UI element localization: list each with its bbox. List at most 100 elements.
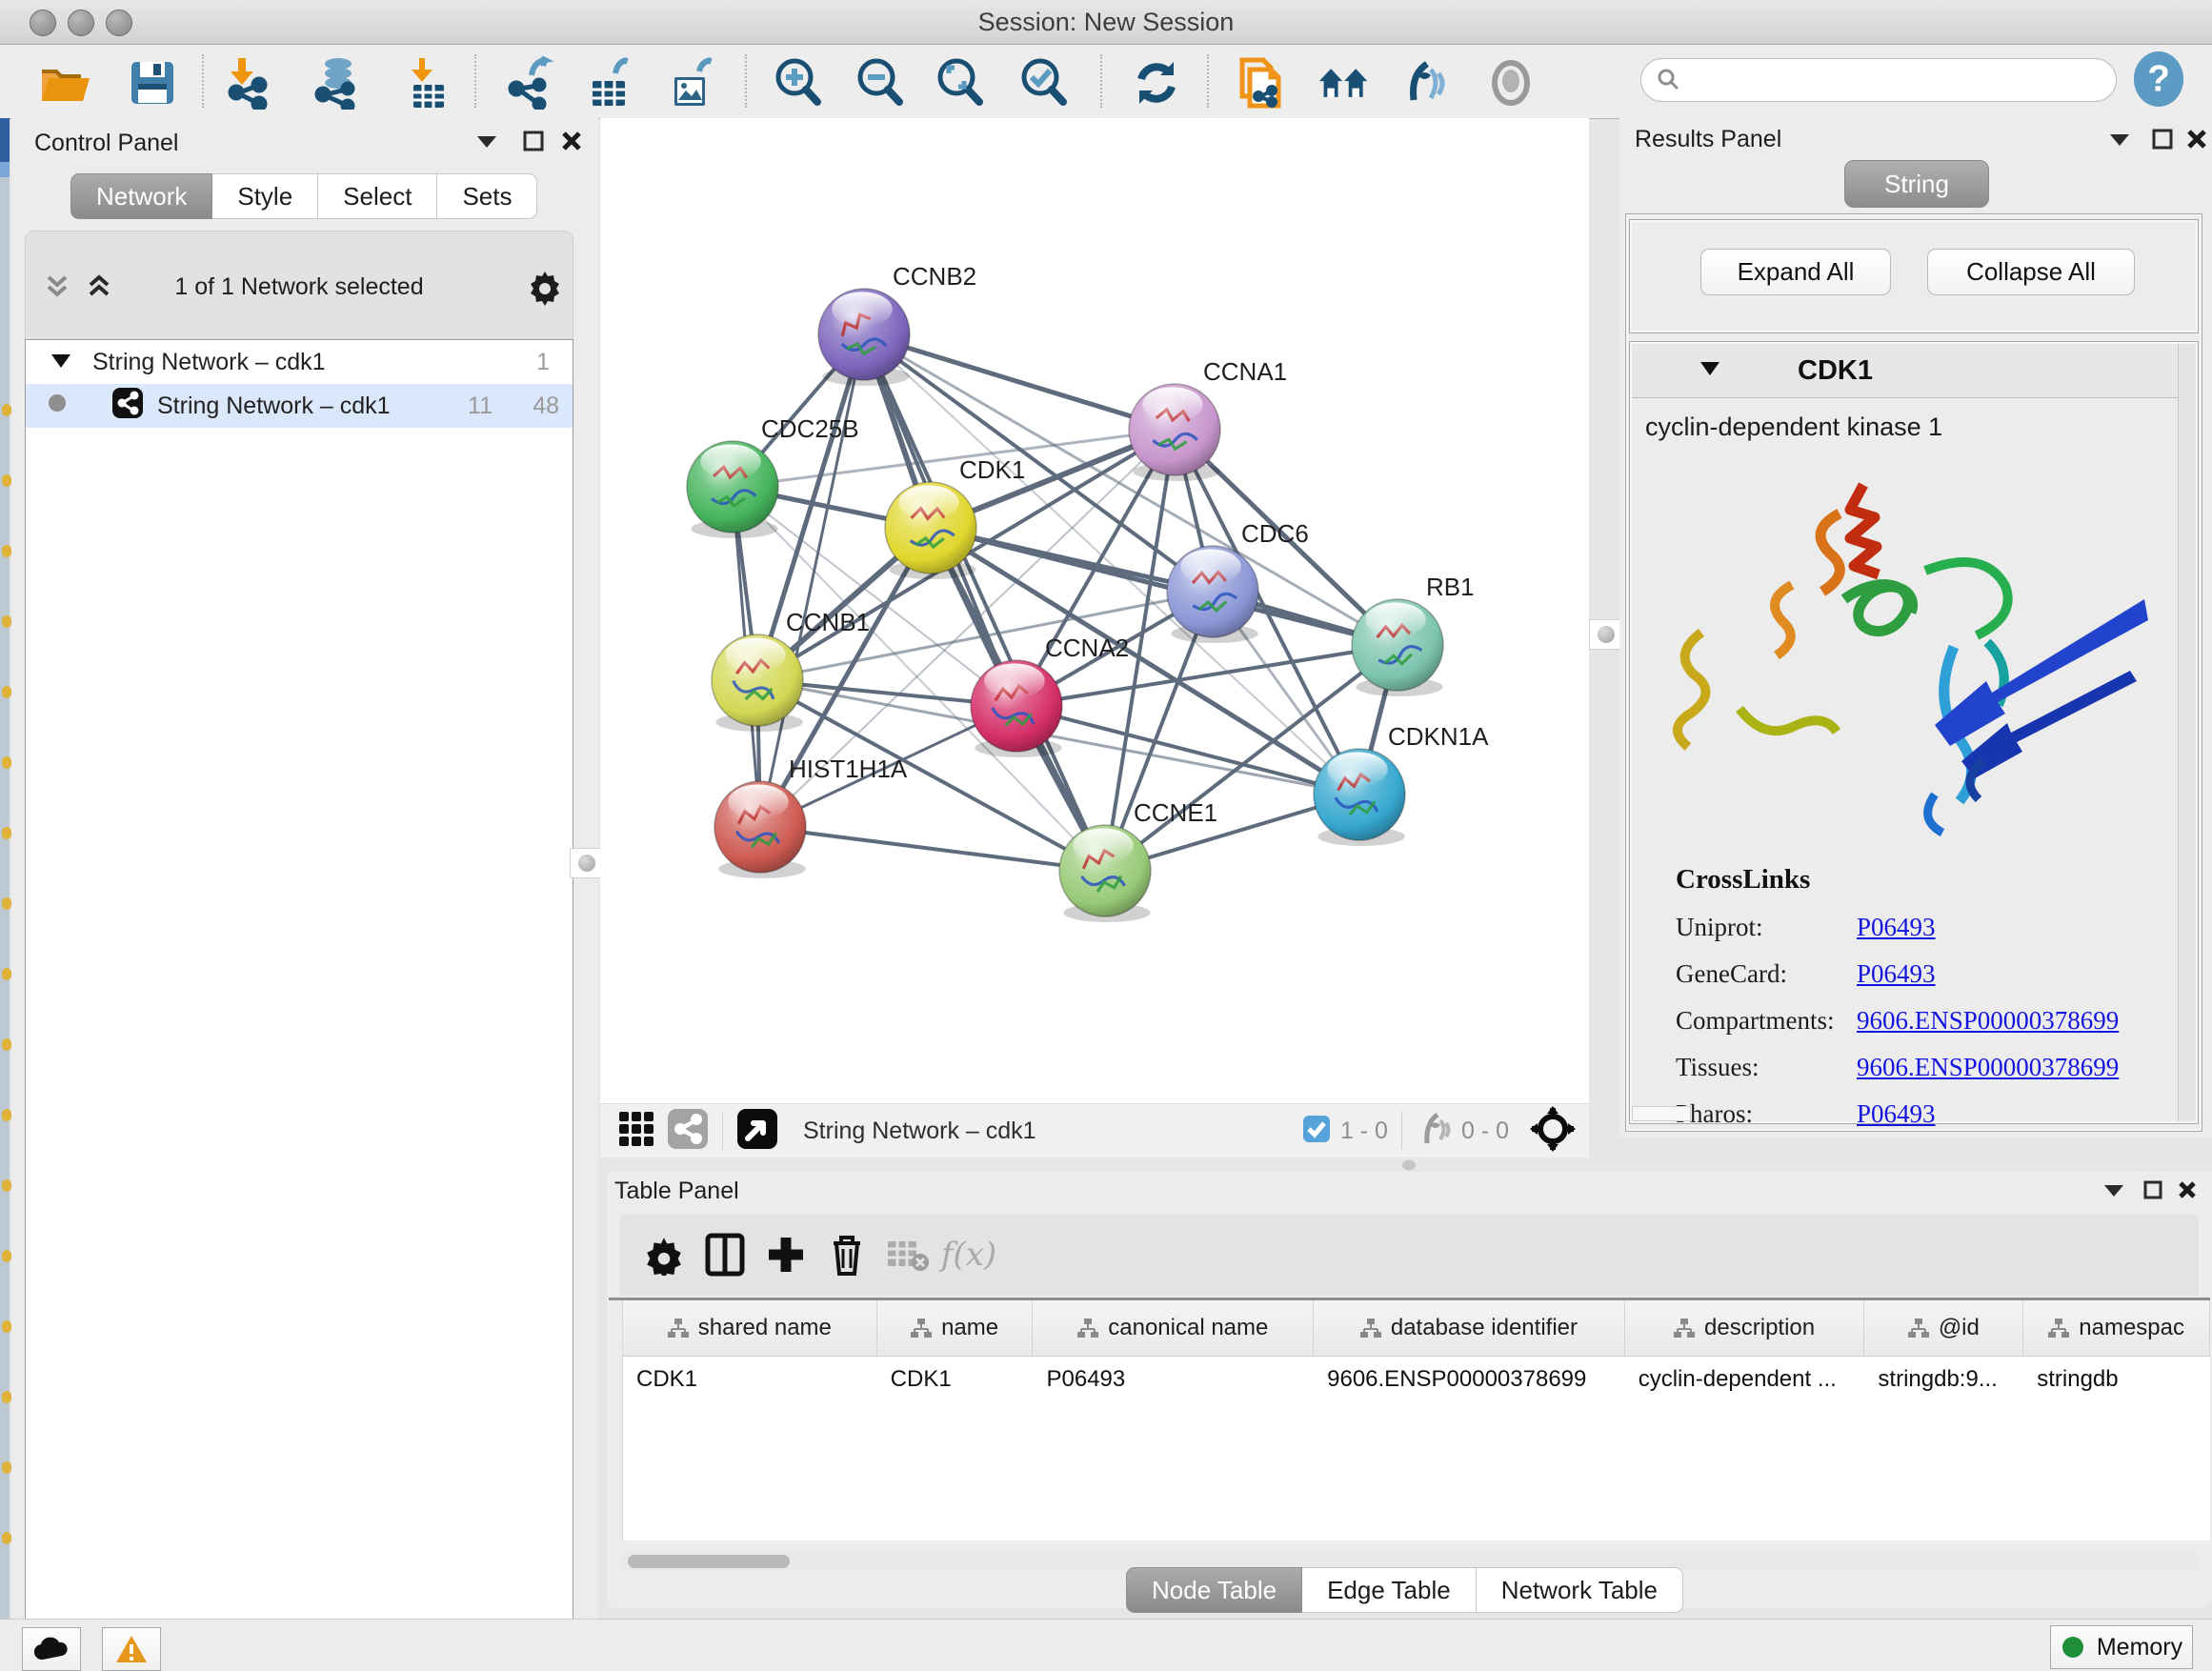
export-table-button[interactable] xyxy=(583,56,636,110)
zoom-selected-button[interactable] xyxy=(1017,56,1071,110)
float-window-icon[interactable] xyxy=(2142,1179,2163,1205)
network-edge[interactable] xyxy=(864,334,1105,871)
view-grid-icon[interactable] xyxy=(617,1110,655,1153)
column-header-database-identifier[interactable]: database identifier xyxy=(1314,1300,1625,1356)
network-node-CDKN1A[interactable] xyxy=(1314,749,1405,846)
protein-section-header[interactable]: CDK1 xyxy=(1632,344,2196,398)
export-network-button[interactable] xyxy=(503,56,556,110)
network-view-type-icon[interactable] xyxy=(667,1108,709,1155)
hide-unhide-button[interactable] xyxy=(1398,56,1452,110)
zoom-out-button[interactable] xyxy=(854,56,907,110)
results-hscrollbar[interactable] xyxy=(1632,1106,1691,1121)
collapse-all-button[interactable]: Collapse All xyxy=(1927,249,2135,295)
options-gear-icon[interactable] xyxy=(525,266,565,311)
warnings-button[interactable] xyxy=(102,1627,161,1671)
network-node-CCNA2[interactable] xyxy=(971,660,1062,757)
expand-all-button[interactable]: Expand All xyxy=(1700,249,1891,295)
help-button[interactable]: ? xyxy=(2132,52,2185,106)
column-header-name[interactable]: name xyxy=(877,1300,1034,1356)
column-header-@id[interactable]: @id xyxy=(1864,1300,2023,1356)
network-edge[interactable] xyxy=(1016,706,1359,795)
zoom-fit-button[interactable] xyxy=(934,56,987,110)
table-cell[interactable]: stringdb xyxy=(2023,1357,2210,1402)
splitter-handle[interactable] xyxy=(570,848,604,878)
table-cell[interactable]: stringdb:9... xyxy=(1864,1357,2023,1402)
column-header-namespac[interactable]: namespac xyxy=(2023,1300,2210,1356)
tab-string[interactable]: String xyxy=(1844,160,1989,208)
network-node-CCNB2[interactable] xyxy=(818,289,910,386)
import-table-file-button[interactable] xyxy=(400,56,453,110)
collapse-triangle-icon[interactable] xyxy=(50,349,71,376)
network-node-RB1[interactable] xyxy=(1352,599,1443,696)
column-header-canonical-name[interactable]: canonical name xyxy=(1033,1300,1314,1356)
hidden-eye-icon[interactable] xyxy=(1416,1113,1454,1150)
tab-network[interactable]: Network xyxy=(70,173,212,219)
float-window-icon[interactable] xyxy=(2151,128,2174,155)
network-node-CCNE1[interactable] xyxy=(1059,825,1151,922)
open-session-button[interactable] xyxy=(38,56,91,110)
network-edge[interactable] xyxy=(760,334,864,827)
tab-sets[interactable]: Sets xyxy=(437,173,537,219)
network-node-HIST1H1A[interactable] xyxy=(714,781,806,878)
close-panel-icon[interactable] xyxy=(2177,1179,2198,1205)
float-menu-icon[interactable] xyxy=(474,131,499,155)
import-network-file-button[interactable] xyxy=(221,56,274,110)
float-menu-icon[interactable] xyxy=(2102,1181,2125,1203)
table-cell[interactable]: CDK1 xyxy=(877,1357,1034,1402)
close-panel-icon[interactable] xyxy=(560,130,583,157)
network-node-CCNB1[interactable] xyxy=(712,634,803,732)
network-edge[interactable] xyxy=(931,528,1398,645)
tab-select[interactable]: Select xyxy=(318,173,437,219)
network-row-selected[interactable]: String Network – cdk1 11 48 xyxy=(26,384,573,428)
table-cell[interactable]: 9606.ENSP00000378699 xyxy=(1314,1357,1625,1402)
crosslink-link[interactable]: P06493 xyxy=(1857,959,1936,988)
tab-node-table[interactable]: Node Table xyxy=(1126,1567,1302,1613)
search-box[interactable] xyxy=(1640,58,2117,102)
detach-view-icon[interactable] xyxy=(736,1108,778,1155)
table-cell[interactable]: cyclin-dependent ... xyxy=(1625,1357,1865,1402)
memory-button[interactable]: Memory xyxy=(2050,1625,2193,1669)
close-panel-icon[interactable] xyxy=(2185,128,2208,155)
column-header-description[interactable]: description xyxy=(1625,1300,1865,1356)
tab-style[interactable]: Style xyxy=(212,173,318,219)
network-edge[interactable] xyxy=(864,334,1175,430)
network-edge[interactable] xyxy=(760,827,1105,871)
apply-layout-button[interactable] xyxy=(1130,56,1183,110)
float-window-icon[interactable] xyxy=(522,130,545,157)
network-node-CCNA1[interactable] xyxy=(1129,384,1220,481)
search-input[interactable] xyxy=(1681,66,2085,94)
network-node-CDC25B[interactable] xyxy=(687,441,778,538)
birds-eye-toggle-icon[interactable] xyxy=(1530,1106,1576,1157)
network-node-CDK1[interactable] xyxy=(885,482,976,579)
table-options-gear-icon[interactable] xyxy=(633,1226,694,1283)
crosslink-link[interactable]: 9606.ENSP00000378699 xyxy=(1857,1053,2119,1081)
clone-network-button[interactable] xyxy=(1235,56,1288,110)
save-session-button[interactable] xyxy=(126,56,179,110)
delete-column-icon[interactable] xyxy=(816,1226,877,1283)
network-node-CDC6[interactable] xyxy=(1167,546,1258,643)
selected-checkbox-icon[interactable] xyxy=(1302,1115,1331,1148)
tab-network-table[interactable]: Network Table xyxy=(1477,1567,1683,1613)
network-canvas[interactable]: CCNB2CCNA1CDC25BCDK1CDC6RB1CCNB1CCNA2CDK… xyxy=(600,118,1589,1103)
zoom-in-button[interactable] xyxy=(772,56,825,110)
collapse-triangle-icon[interactable] xyxy=(1699,360,1721,382)
inspect-eye-button[interactable] xyxy=(1484,56,1538,110)
home-networks-button[interactable] xyxy=(1318,56,1372,110)
show-columns-icon[interactable] xyxy=(694,1226,755,1283)
network-collection-row[interactable]: String Network – cdk1 1 xyxy=(26,340,573,384)
splitter-handle[interactable] xyxy=(1589,619,1623,650)
results-scrollbar[interactable] xyxy=(2178,344,2196,1121)
column-header-shared-name[interactable]: shared name xyxy=(623,1300,877,1356)
tab-edge-table[interactable]: Edge Table xyxy=(1302,1567,1477,1613)
crosslink-link[interactable]: 9606.ENSP00000378699 xyxy=(1857,1006,2119,1035)
node-table[interactable]: shared namenamecanonical namedatabase id… xyxy=(609,1298,2210,1540)
table-cell[interactable]: CDK1 xyxy=(623,1357,877,1402)
import-network-database-button[interactable] xyxy=(310,56,363,110)
add-column-icon[interactable] xyxy=(755,1226,816,1283)
crosslink-link[interactable]: P06493 xyxy=(1857,913,1936,941)
crosslink-link[interactable]: P06493 xyxy=(1857,1099,1936,1128)
export-image-button[interactable] xyxy=(665,56,718,110)
table-cell[interactable]: P06493 xyxy=(1033,1357,1314,1402)
float-menu-icon[interactable] xyxy=(2107,130,2132,153)
cloud-status-button[interactable] xyxy=(22,1627,81,1671)
